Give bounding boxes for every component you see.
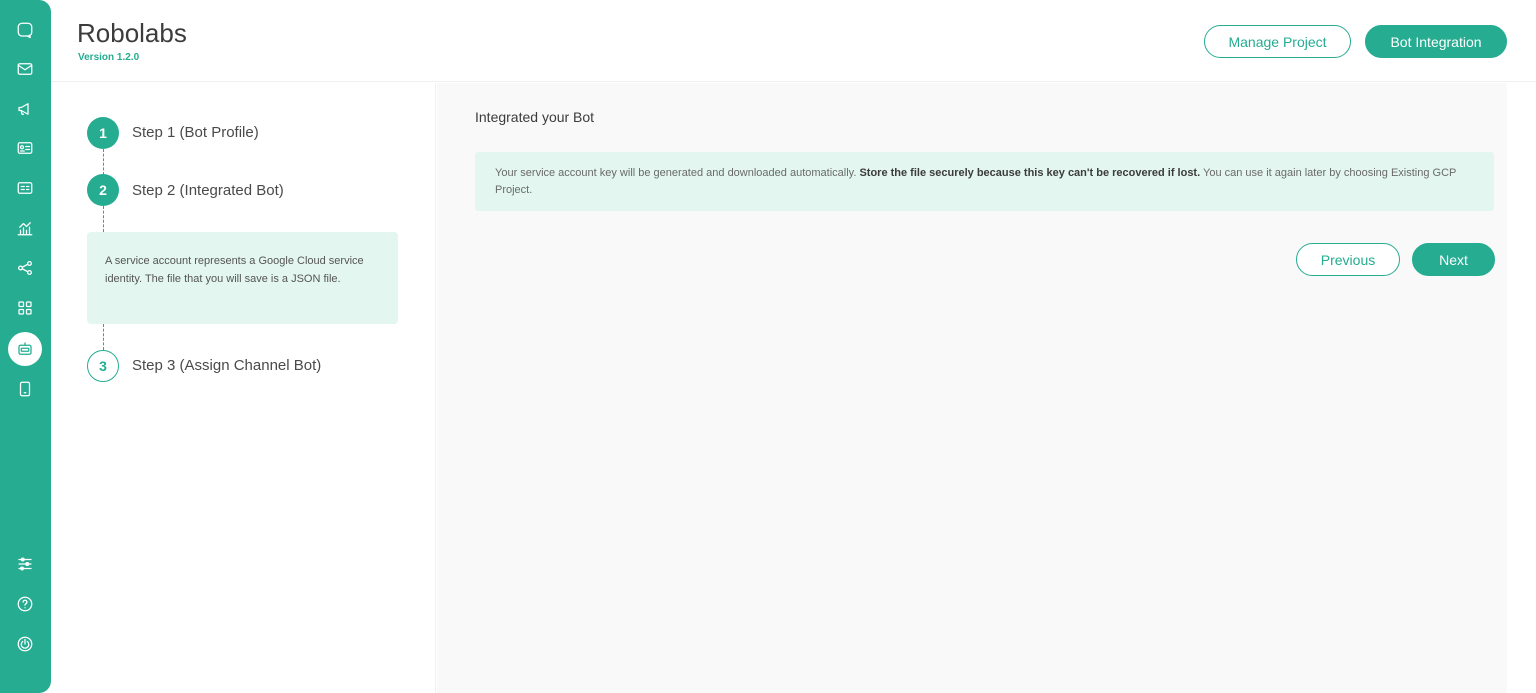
megaphone-icon[interactable] bbox=[8, 92, 42, 126]
step-note: A service account represents a Google Cl… bbox=[87, 232, 398, 324]
header: Robolabs Version 1.2.0 Manage Project Bo… bbox=[51, 0, 1536, 82]
settings-sliders-icon[interactable] bbox=[8, 547, 42, 581]
grid-apps-icon[interactable] bbox=[8, 291, 42, 325]
step-2-label[interactable]: Step 2 (Integrated Bot) bbox=[132, 182, 284, 199]
info-warning: Store the file securely because this key… bbox=[859, 167, 1201, 179]
help-icon[interactable] bbox=[8, 587, 42, 621]
step-1-label[interactable]: Step 1 (Bot Profile) bbox=[132, 124, 259, 141]
manage-project-button[interactable]: Manage Project bbox=[1204, 25, 1351, 58]
step-connector bbox=[103, 206, 104, 232]
previous-button[interactable]: Previous bbox=[1296, 243, 1400, 276]
next-button[interactable]: Next bbox=[1412, 243, 1495, 276]
mail-icon[interactable] bbox=[8, 52, 42, 86]
main-content: Integrated your Bot Your service account… bbox=[437, 83, 1507, 693]
info-text: Your service account key will be generat… bbox=[495, 167, 860, 179]
step-3-label[interactable]: Step 3 (Assign Channel Bot) bbox=[132, 357, 321, 374]
app-title: Robolabs bbox=[77, 18, 187, 48]
power-icon[interactable] bbox=[8, 627, 42, 661]
steps-panel: 1 Step 1 (Bot Profile) 2 Step 2 (Integra… bbox=[51, 83, 436, 693]
app-version: Version 1.2.0 bbox=[78, 52, 140, 63]
step-2-number: 2 bbox=[87, 174, 119, 206]
chat-icon[interactable] bbox=[8, 13, 42, 47]
info-box: Your service account key will be generat… bbox=[475, 152, 1494, 211]
section-title: Integrated your Bot bbox=[475, 109, 595, 125]
bot-integration-button[interactable]: Bot Integration bbox=[1365, 25, 1507, 58]
id-card-icon[interactable] bbox=[8, 171, 42, 205]
tablet-icon[interactable] bbox=[8, 372, 42, 406]
analytics-icon[interactable] bbox=[8, 211, 42, 245]
step-connector bbox=[103, 324, 104, 350]
share-nodes-icon[interactable] bbox=[8, 251, 42, 285]
contact-card-icon[interactable] bbox=[8, 131, 42, 165]
step-connector bbox=[103, 149, 104, 175]
bot-icon[interactable] bbox=[8, 332, 42, 366]
step-1-number: 1 bbox=[87, 117, 119, 149]
step-3-number: 3 bbox=[87, 350, 119, 382]
sidebar bbox=[0, 0, 51, 693]
